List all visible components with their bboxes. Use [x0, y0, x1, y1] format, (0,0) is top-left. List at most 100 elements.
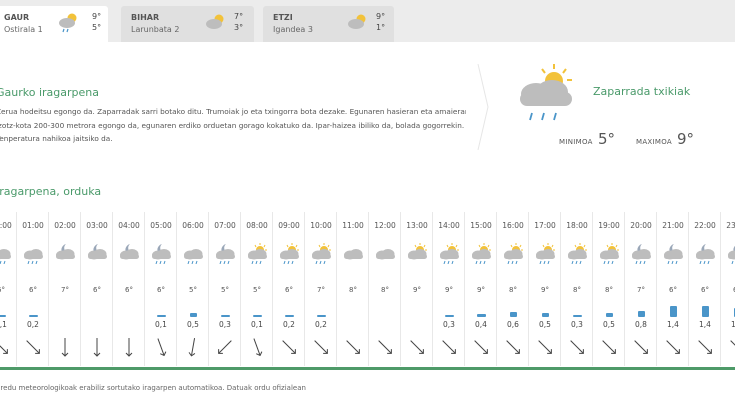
hour-temperature: 6° — [722, 286, 735, 294]
hour-temperature: 9° — [413, 286, 421, 294]
tab-max-temp: 7° — [234, 12, 244, 21]
rain-amount-value: 0,3 — [443, 320, 455, 329]
hour-column: 15:00 9° 0,4 — [466, 212, 497, 366]
wind-direction-icon — [570, 340, 584, 354]
today-summary: Zaparrada txikiak — [593, 85, 691, 98]
tab-tomorrow[interactable]: BIHAR Larunbata 2 7° 3° — [121, 6, 254, 42]
hour-label: 14:00 — [438, 221, 460, 230]
hour-label: 08:00 — [246, 221, 268, 230]
max-temp-value: 9° — [677, 130, 695, 148]
hour-label: 17:00 — [534, 221, 556, 230]
wind-direction-icon — [442, 340, 456, 354]
tab-date-label: Ostirala 1 — [4, 25, 43, 34]
hour-label: 23:00 — [726, 221, 735, 230]
hour-column: 18:00 8° 0,3 — [562, 212, 593, 366]
sun-cloud-rain-icon — [504, 243, 523, 264]
moon-cloud-rain-icon — [632, 244, 651, 264]
tab-min-temp: 3° — [234, 23, 244, 32]
hour-temperature: 6° — [125, 286, 133, 294]
rain-amount-value: 1,1 — [731, 320, 735, 329]
rain-amount-value: 0,3 — [219, 320, 231, 329]
hour-temperature: 5° — [253, 286, 261, 294]
hour-temperature: 6° — [285, 286, 293, 294]
moon-cloud-icon — [56, 244, 75, 260]
hour-column: 03:00 6° — [82, 212, 113, 366]
wind-direction-icon — [125, 338, 133, 357]
rain-amount-bar — [509, 312, 517, 317]
rain-amount-bar — [605, 313, 613, 317]
sun-cloud-rain-icon — [248, 243, 267, 264]
wind-direction-icon — [346, 340, 360, 354]
description-line: izotz-kota 200-300 metrora egongo da, eg… — [0, 120, 465, 130]
hour-label: 01:00 — [22, 221, 44, 230]
cloud-icon — [376, 249, 395, 260]
wind-direction-icon — [157, 338, 167, 357]
sun-cloud-rain-icon — [536, 243, 555, 264]
tab-day-label: BIHAR — [131, 13, 160, 22]
wind-direction-icon — [0, 340, 8, 354]
rain-amount-value: 0,2 — [27, 320, 39, 329]
wind-direction-icon — [253, 338, 263, 357]
hour-column: 06:00 5° 0,5 — [178, 212, 209, 366]
moon-cloud-icon — [88, 244, 107, 260]
hour-temperature: 5° — [189, 286, 197, 294]
rain-amount-bar — [189, 313, 197, 317]
hour-column: 11:00 8° — [338, 212, 369, 366]
rain-amount-bar — [669, 306, 677, 317]
wind-direction-icon — [698, 340, 712, 354]
today-forecast-title: Gaurko iragarpena — [0, 86, 99, 99]
cloud-rain-icon — [0, 249, 11, 264]
day-tabs: GAUR Ostirala 1 9° 5° BIHAR Larunbata 2 … — [0, 0, 735, 42]
hour-temperature: 7° — [637, 286, 645, 294]
moon-cloud-rain-icon — [152, 244, 171, 264]
cloud-rain-icon — [184, 249, 203, 264]
sun-cloud-rain-icon — [280, 243, 299, 264]
rain-amount-bar — [28, 315, 38, 317]
wind-direction-icon — [218, 340, 232, 354]
hour-temperature: 8° — [509, 286, 517, 294]
cloud-rain-icon — [24, 249, 43, 264]
hour-label: 11:00 — [342, 221, 364, 230]
hour-temperature: 6° — [157, 286, 165, 294]
hour-column: 22:00 6° 1,4 — [690, 212, 721, 366]
tab-day-label: ETZI — [273, 13, 293, 22]
partly-cloudy-icon — [206, 14, 224, 29]
wind-direction-icon — [602, 340, 616, 354]
moon-cloud-rain-icon — [216, 244, 235, 264]
hour-label: 05:00 — [150, 221, 172, 230]
hour-column: 14:00 9° 0,3 — [434, 212, 465, 366]
rain-amount-value: 0,3 — [571, 320, 583, 329]
tab-max-temp: 9° — [376, 12, 386, 21]
sun-cloud-rain-icon — [440, 243, 459, 264]
hour-temperature: 7° — [317, 286, 325, 294]
hour-label: 10:00 — [310, 221, 332, 230]
wind-direction-icon — [314, 340, 328, 354]
hour-label: 13:00 — [406, 221, 428, 230]
rain-amount-value: 1,4 — [699, 320, 711, 329]
rain-amount-value: 0,5 — [187, 320, 199, 329]
hour-label: 09:00 — [278, 221, 300, 230]
hour-temperature: 8° — [349, 286, 357, 294]
tab-day-after[interactable]: ETZI Igandea 3 9° 1° — [263, 6, 394, 42]
rain-amount-value: 0,5 — [603, 320, 615, 329]
moon-cloud-icon — [120, 244, 139, 260]
tab-today[interactable]: GAUR Ostirala 1 9° 5° — [0, 6, 108, 42]
hour-column: 16:00 8° 0,6 — [498, 212, 529, 366]
rain-amount-value: 1,4 — [667, 320, 679, 329]
sun-cloud-rain-icon — [312, 243, 331, 264]
wind-direction-icon — [506, 340, 520, 354]
rain-amount-bar — [284, 315, 294, 317]
hour-column: 04:00 6° — [114, 212, 145, 366]
hour-label: 00:00 — [0, 221, 12, 230]
hour-temperature: 5° — [221, 286, 229, 294]
hour-column: 20:00 7° 0,8 — [626, 212, 657, 366]
hour-label: 03:00 — [86, 221, 108, 230]
hour-column: 10:00 7° 0,2 — [306, 212, 337, 366]
hour-temperature: 7° — [61, 286, 69, 294]
hour-temperature: 6° — [669, 286, 677, 294]
cloud-icon — [344, 249, 363, 260]
footer-note: Eredu meteorologikoak erabiliz sortutako… — [0, 384, 306, 392]
rain-amount-value: 0,5 — [539, 320, 551, 329]
sun-cloud-icon — [408, 243, 427, 260]
rain-amount-bar — [220, 315, 230, 317]
